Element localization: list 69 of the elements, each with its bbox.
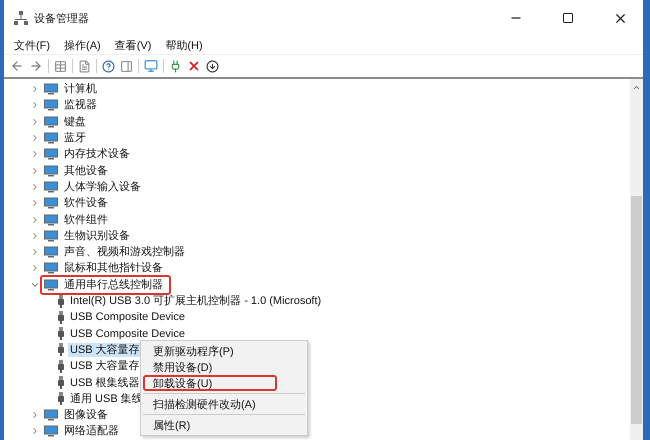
forward-arrow-icon[interactable] [29, 59, 43, 73]
tree-item[interactable]: 软件设备 [62, 196, 110, 210]
tree-item[interactable]: 计算机 [62, 82, 99, 96]
highlighted-tree-item[interactable]: 通用串行总线控制器 [40, 274, 171, 295]
window-title: 设备管理器 [34, 12, 90, 26]
usb-plug-icon [58, 392, 64, 406]
device-icon [44, 230, 58, 242]
monitor-icon[interactable] [144, 59, 158, 73]
tree-item[interactable]: 软件组件 [62, 212, 110, 227]
tree-item[interactable]: 网络适配器 [62, 424, 121, 438]
maximize-icon[interactable] [562, 12, 574, 24]
device-icon [44, 116, 58, 128]
tree-item[interactable]: USB Composite Device [68, 326, 187, 341]
tree-item[interactable]: USB 根集线器 [68, 376, 142, 390]
tree-item[interactable]: 生物识别设备 [62, 228, 132, 243]
tree-item[interactable]: 声音、视频和游戏控制器 [62, 245, 187, 260]
device-icon [44, 132, 58, 144]
device-icon [44, 164, 58, 177]
tree-item[interactable]: USB 大容量存 [68, 359, 142, 374]
usb-plug-icon [58, 343, 64, 356]
tree-item[interactable]: 监视器 [62, 98, 99, 112]
delete-icon[interactable] [187, 59, 201, 73]
tree-item[interactable]: 人体学输入设备 [62, 180, 143, 194]
panel-icon[interactable] [120, 60, 133, 72]
device-icon [44, 148, 58, 160]
tree-item[interactable]: 通用串行总线控制器 [62, 278, 165, 292]
device-icon [44, 246, 58, 258]
tree-item[interactable]: 内存技术设备 [62, 147, 132, 162]
menu-item[interactable]: 文件(F) [14, 38, 50, 52]
device-icon [44, 425, 58, 438]
usb-plug-icon [58, 327, 64, 340]
context-menu-item[interactable]: 更新驱动程序(P) [143, 343, 277, 359]
help-icon[interactable] [102, 60, 115, 72]
device-icon [44, 262, 58, 274]
tree-item[interactable]: 图像设备 [62, 408, 110, 422]
context-menu-item[interactable]: 扫描检测硬件改动(A) [143, 396, 277, 412]
device-manager-icon [14, 11, 28, 25]
back-arrow-icon[interactable] [10, 59, 24, 73]
usb-plug-icon [58, 360, 64, 373]
menu-item[interactable]: 查看(V) [114, 38, 152, 52]
device-icon [44, 180, 58, 193]
tree-item[interactable]: 其他设备 [62, 164, 110, 178]
menu-item[interactable]: 帮助(H) [165, 38, 203, 52]
device-icon [44, 99, 58, 112]
device-icon [44, 214, 58, 226]
device-icon [44, 83, 58, 96]
menu-item[interactable]: 操作(A) [64, 38, 101, 52]
context-menu-item[interactable]: 卸载设备(U) [143, 375, 277, 391]
tree-item[interactable]: USB 大容量存 [68, 342, 142, 357]
tree-item[interactable]: Intel(R) USB 3.0 可扩展主机控制器 - 1.0 (Microsoft) [68, 294, 324, 308]
scroll-bar[interactable] [630, 79, 643, 440]
usb-plug-icon [58, 294, 64, 308]
usb-plug-icon [58, 310, 64, 324]
device-icon [44, 278, 58, 291]
tree-item[interactable]: 键盘 [62, 114, 88, 129]
context-menu-item[interactable]: 禁用设备(D) [143, 359, 277, 375]
device-icon [44, 197, 58, 210]
tree-item[interactable]: 蓝牙 [62, 131, 88, 146]
tree-item[interactable]: USB Composite Device [68, 310, 187, 324]
download-circle-icon[interactable] [206, 60, 219, 72]
scroll-up-icon[interactable] [632, 83, 641, 92]
grid-icon[interactable] [54, 60, 67, 72]
plug-icon[interactable] [169, 60, 182, 72]
document-icon[interactable] [78, 60, 91, 72]
scroll-thumb[interactable] [631, 196, 642, 424]
usb-plug-icon [58, 376, 64, 389]
device-icon [44, 409, 58, 422]
context-menu-item[interactable]: 属性(R) [143, 417, 277, 433]
tree-item[interactable]: 鼠标和其他指针设备 [62, 261, 165, 276]
